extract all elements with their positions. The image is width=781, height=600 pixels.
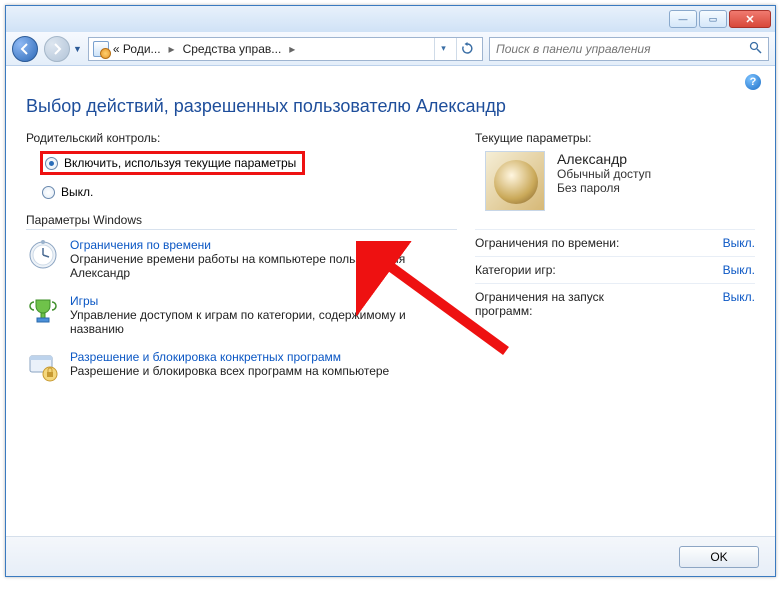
toolbar: ▼ « Роди... ▸ Средства управ... ▸ ▾ (6, 32, 775, 66)
status-time: Ограничения по времени: Выкл. (475, 229, 755, 256)
link-games[interactable]: Игры (70, 294, 457, 308)
desc-programs: Разрешение и блокировка всех программ на… (70, 364, 389, 378)
title-bar: — ▭ ✕ (6, 6, 775, 32)
parental-control-label: Родительский контроль: (26, 131, 457, 145)
status-time-label: Ограничения по времени: (475, 236, 619, 250)
trophy-icon (26, 294, 60, 328)
status-programs-label: Ограничения на запуск программ: (475, 290, 655, 318)
radio-on[interactable]: Включить, используя текущие параметры (40, 151, 305, 175)
link-programs[interactable]: Разрешение и блокировка конкретных прогр… (70, 350, 389, 364)
ok-button[interactable]: OK (679, 546, 759, 568)
recent-dropdown-icon[interactable]: ▼ (73, 44, 82, 54)
status-programs-link[interactable]: Выкл. (723, 290, 755, 318)
item-time-limits: Ограничения по времени Ограничение време… (26, 238, 457, 280)
minimize-button[interactable]: — (669, 10, 697, 28)
radio-off-indicator (42, 186, 55, 199)
current-settings-label: Текущие параметры: (475, 131, 755, 145)
arrow-left-icon (19, 43, 31, 55)
window-lock-icon (26, 350, 60, 384)
radio-on-indicator (45, 157, 58, 170)
desc-games: Управление доступом к играм по категории… (70, 308, 457, 336)
user-type: Обычный доступ (557, 167, 651, 181)
user-name: Александр (557, 151, 651, 167)
chevron-right-icon: ▸ (285, 42, 299, 56)
breadcrumb-parent[interactable]: « Роди... (113, 42, 161, 56)
help-icon[interactable]: ? (745, 74, 761, 90)
search-input[interactable] (496, 42, 749, 56)
arrow-right-icon (51, 43, 63, 55)
content-area: ? Выбор действий, разрешенных пользовате… (6, 66, 775, 536)
breadcrumb-current[interactable]: Средства управ... (183, 42, 282, 56)
status-programs: Ограничения на запуск программ: Выкл. (475, 283, 755, 324)
user-box: Александр Обычный доступ Без пароля (485, 151, 755, 211)
back-button[interactable] (12, 36, 38, 62)
control-panel-icon (93, 41, 109, 57)
avatar (485, 151, 545, 211)
refresh-button[interactable] (456, 38, 478, 60)
address-bar[interactable]: « Роди... ▸ Средства управ... ▸ ▾ (88, 37, 483, 61)
page-title: Выбор действий, разрешенных пользователю… (26, 96, 755, 117)
forward-button[interactable] (44, 36, 70, 62)
radio-off-label: Выкл. (61, 185, 93, 199)
close-button[interactable]: ✕ (729, 10, 771, 28)
item-games: Игры Управление доступом к играм по кате… (26, 294, 457, 336)
refresh-icon (461, 42, 474, 55)
search-icon (749, 41, 762, 57)
user-password: Без пароля (557, 181, 651, 195)
link-time-limits[interactable]: Ограничения по времени (70, 238, 457, 252)
footer: OK (6, 536, 775, 576)
status-games-label: Категории игр: (475, 263, 556, 277)
radio-on-label: Включить, используя текущие параметры (64, 156, 296, 170)
status-time-link[interactable]: Выкл. (723, 236, 755, 250)
desc-time-limits: Ограничение времени работы на компьютере… (70, 252, 457, 280)
status-games-link[interactable]: Выкл. (723, 263, 755, 277)
chevron-right-icon: ▸ (165, 42, 179, 56)
radio-off[interactable]: Выкл. (40, 183, 457, 201)
search-box[interactable] (489, 37, 769, 61)
clock-icon (26, 238, 60, 272)
windows-params-header: Параметры Windows (26, 213, 457, 230)
address-dropdown-icon[interactable]: ▾ (434, 38, 452, 60)
status-games: Категории игр: Выкл. (475, 256, 755, 283)
maximize-button[interactable]: ▭ (699, 10, 727, 28)
item-programs: Разрешение и блокировка конкретных прогр… (26, 350, 457, 384)
